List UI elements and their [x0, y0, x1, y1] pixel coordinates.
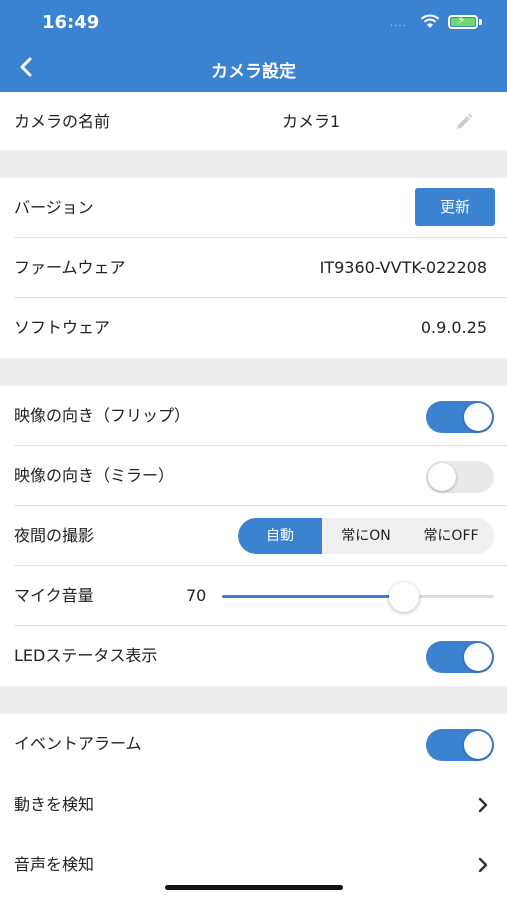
section-separator: [0, 686, 507, 714]
firmware-label: ファームウェア: [14, 258, 126, 277]
motion-detection-row[interactable]: 動きを検知: [0, 775, 507, 835]
sound-detection-label: 音声を検知: [14, 855, 95, 874]
event-alarm-label: イベントアラーム: [14, 734, 142, 753]
night-mode-option-always-on[interactable]: 常にON: [324, 518, 408, 554]
charging-icon: ⚡: [457, 13, 466, 27]
chevron-right-icon: [478, 797, 488, 813]
led-row: LEDステータス表示: [0, 626, 507, 686]
navigation-bar: 16:49 .... ⚡ カメラ設定: [0, 0, 507, 92]
mic-volume-value: 70: [186, 586, 207, 605]
home-indicator: [165, 885, 343, 890]
led-label: LEDステータス表示: [14, 646, 158, 665]
camera-name-value: カメラ1: [282, 112, 341, 131]
firmware-row: ファームウェア IT9360-VVTK-022208: [0, 238, 507, 298]
version-label: バージョン: [14, 198, 94, 217]
night-mode-label: 夜間の撮影: [14, 526, 95, 545]
mirror-row: 映像の向き（ミラー）: [0, 446, 507, 506]
page-title: カメラ設定: [211, 62, 296, 82]
flip-toggle[interactable]: [426, 401, 494, 433]
software-value: 0.9.0.25: [420, 318, 487, 337]
version-row: バージョン 更新: [0, 178, 507, 238]
mic-volume-slider[interactable]: [222, 595, 494, 598]
flip-row: 映像の向き（フリップ）: [0, 386, 507, 446]
section-separator: [0, 358, 507, 386]
section-separator: [0, 150, 507, 178]
firmware-value: IT9360-VVTK-022208: [319, 258, 487, 277]
motion-detection-label: 動きを検知: [14, 795, 95, 814]
mic-volume-slider-thumb[interactable]: [389, 582, 419, 612]
mic-volume-label: マイク音量: [14, 586, 94, 605]
pencil-icon[interactable]: [454, 112, 474, 132]
status-time: 16:49: [42, 12, 100, 33]
led-toggle[interactable]: [426, 641, 494, 673]
camera-name-row[interactable]: カメラの名前 カメラ1: [0, 92, 507, 152]
wifi-icon: [420, 14, 440, 28]
flip-label: 映像の向き（フリップ）: [14, 406, 191, 425]
event-alarm-row: イベントアラーム: [0, 714, 507, 774]
chevron-right-icon: [478, 857, 488, 873]
battery-tip: [479, 19, 482, 25]
mirror-label: 映像の向き（ミラー）: [14, 466, 175, 485]
update-button[interactable]: 更新: [415, 188, 495, 226]
camera-name-label: カメラの名前: [14, 112, 111, 131]
mic-volume-row: マイク音量 70: [0, 566, 507, 626]
software-row: ソフトウェア 0.9.0.25: [0, 298, 507, 358]
night-mode-option-auto[interactable]: 自動: [238, 518, 322, 554]
event-alarm-toggle[interactable]: [426, 729, 494, 761]
mic-volume-slider-fill: [222, 595, 404, 598]
mirror-toggle[interactable]: [426, 461, 494, 493]
software-label: ソフトウェア: [14, 318, 111, 337]
night-mode-option-always-off[interactable]: 常にOFF: [408, 518, 494, 554]
night-mode-segmented-control: 自動 常にON 常にOFF: [238, 518, 494, 554]
night-mode-row: 夜間の撮影 自動 常にON 常にOFF: [0, 506, 507, 566]
cellular-signal-icon: ....: [390, 18, 407, 29]
